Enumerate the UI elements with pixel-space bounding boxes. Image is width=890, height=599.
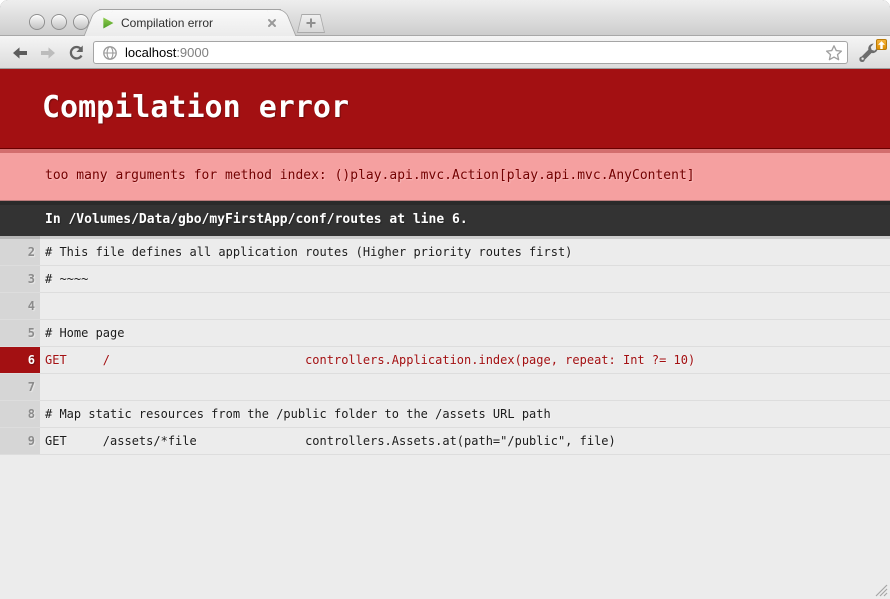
reload-button[interactable] <box>64 41 88 65</box>
browser-window: Compilation error <box>0 0 890 599</box>
error-page: Compilation error too many arguments for… <box>0 69 890 599</box>
line-number: 4 <box>0 293 40 319</box>
tab-close-icon[interactable] <box>265 16 279 30</box>
new-tab-button[interactable] <box>297 14 325 33</box>
code-line: 3# ~~~~ <box>0 266 890 293</box>
code-line: 5# Home page <box>0 320 890 347</box>
code-line: 8# Map static resources from the /public… <box>0 401 890 428</box>
code-line: 2# This file defines all application rou… <box>0 239 890 266</box>
window-close-button[interactable] <box>29 14 45 30</box>
line-code: # Map static resources from the /public … <box>40 401 890 427</box>
plus-icon <box>305 17 317 29</box>
error-location: In /Volumes/Data/gbo/myFirstApp/conf/rou… <box>0 201 890 236</box>
line-number: 2 <box>0 239 40 265</box>
code-line: 4 <box>0 293 890 320</box>
line-code: # Home page <box>40 320 890 346</box>
url-host: localhost <box>125 45 176 60</box>
line-code <box>40 293 890 319</box>
forward-arrow-icon <box>38 43 58 63</box>
line-number: 3 <box>0 266 40 292</box>
star-outline-icon <box>825 44 843 62</box>
line-code: GET /assets/*file controllers.Assets.at(… <box>40 428 890 454</box>
back-arrow-icon <box>10 43 30 63</box>
page-title: Compilation error <box>0 69 890 149</box>
line-code: GET / controllers.Application.index(page… <box>40 347 890 373</box>
resize-grip[interactable] <box>875 584 888 597</box>
forward-button[interactable] <box>36 41 60 65</box>
update-up-arrow-icon <box>878 41 885 49</box>
navigation-toolbar: localhost:9000 <box>0 36 890 69</box>
code-line-error: 6GET / controllers.Application.index(pag… <box>0 347 890 374</box>
code-listing: 2# This file defines all application rou… <box>0 239 890 455</box>
bookmark-star-button[interactable] <box>825 44 843 62</box>
back-button[interactable] <box>8 41 32 65</box>
wrench-menu-button[interactable] <box>857 42 885 66</box>
update-badge <box>876 39 887 50</box>
url-text: localhost:9000 <box>125 45 209 60</box>
address-bar[interactable]: localhost:9000 <box>93 41 848 64</box>
line-number: 7 <box>0 374 40 400</box>
tab-compilation-error[interactable]: Compilation error <box>99 9 281 36</box>
line-number: 9 <box>0 428 40 454</box>
line-code: # This file defines all application rout… <box>40 239 890 265</box>
line-code: # ~~~~ <box>40 266 890 292</box>
line-number: 5 <box>0 320 40 346</box>
code-line: 9GET /assets/*file controllers.Assets.at… <box>0 428 890 455</box>
window-minimize-button[interactable] <box>51 14 67 30</box>
tab-strip: Compilation error <box>0 0 890 36</box>
line-number: 8 <box>0 401 40 427</box>
tab-title: Compilation error <box>121 16 261 30</box>
error-message: too many arguments for method index: ()p… <box>0 149 890 201</box>
globe-icon <box>102 45 118 61</box>
line-number: 6 <box>0 347 40 373</box>
url-port: :9000 <box>176 45 209 60</box>
line-code <box>40 374 890 400</box>
code-line: 7 <box>0 374 890 401</box>
reload-icon <box>67 44 86 63</box>
play-framework-triangle-icon <box>101 16 115 30</box>
